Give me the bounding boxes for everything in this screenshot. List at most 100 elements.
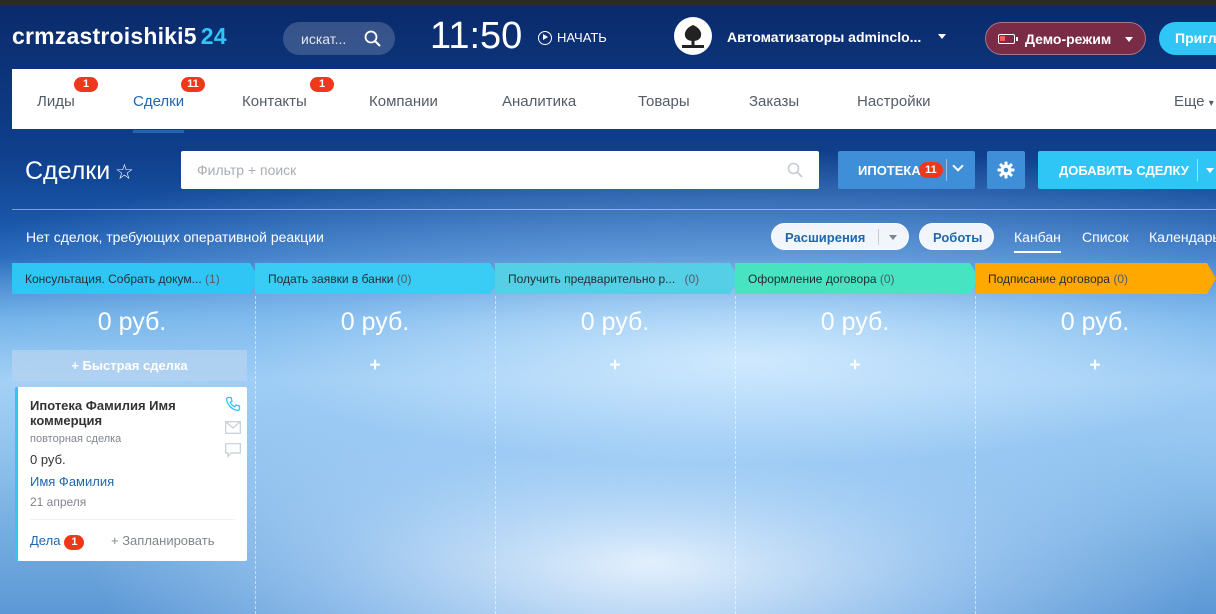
nav-item-orders[interactable]: Заказы bbox=[749, 93, 799, 110]
play-icon bbox=[538, 30, 552, 45]
mail-icon[interactable] bbox=[225, 421, 241, 434]
nav-badge: 11 bbox=[181, 77, 205, 92]
stage-sum: 0 руб. bbox=[580, 308, 650, 336]
nav-item-deals[interactable]: Сделки 11 bbox=[133, 77, 205, 133]
nav-item-settings[interactable]: Настройки bbox=[857, 93, 931, 110]
nav-label: Настройки bbox=[857, 93, 931, 110]
stage-header-contract-preparation[interactable]: Оформление договора (0) bbox=[735, 263, 979, 294]
chevron-down-icon[interactable] bbox=[1206, 168, 1214, 173]
demo-mode-label: Демо-режим bbox=[1025, 31, 1112, 47]
add-deal-to-stage-button[interactable]: + bbox=[735, 355, 975, 377]
stage-sum: 0 руб. bbox=[340, 308, 410, 336]
portal-logo[interactable]: crmzastroishiki5 24 bbox=[12, 23, 227, 50]
add-deal-button[interactable]: ДОБАВИТЬ СДЕЛКУ bbox=[1038, 151, 1216, 189]
search-icon bbox=[364, 30, 381, 47]
user-name[interactable]: Автоматизаторы adminclо... bbox=[727, 29, 921, 45]
pipeline-select-button[interactable]: ИПОТЕКА 11 bbox=[838, 151, 975, 189]
nav-item-analytics[interactable]: Аналитика bbox=[502, 93, 576, 110]
card-divider bbox=[30, 519, 235, 520]
clock: 11:50 bbox=[430, 15, 523, 57]
column-divider bbox=[255, 296, 256, 614]
filter-placeholder: Фильтр + поиск bbox=[197, 162, 297, 178]
robots-label: Роботы bbox=[933, 230, 983, 245]
user-menu-caret-icon[interactable] bbox=[938, 34, 946, 39]
add-deal-to-stage-button[interactable]: + bbox=[975, 355, 1215, 377]
stage-title: Получить предварительно р... (0) bbox=[508, 272, 700, 286]
crm-nav: Лиды 1 Сделки 11 Контакты 1 Компании Ана… bbox=[12, 69, 1216, 133]
nav-item-leads[interactable]: Лиды 1 bbox=[37, 77, 98, 110]
view-kanban[interactable]: Канбан bbox=[1014, 229, 1061, 253]
deal-contact-link[interactable]: Имя Фамилия bbox=[30, 474, 114, 489]
chat-icon[interactable] bbox=[225, 443, 241, 458]
deal-sum: 0 руб. bbox=[30, 452, 66, 467]
add-deal-to-stage-button[interactable]: + bbox=[255, 355, 495, 377]
counter-notice: Нет сделок, требующих оперативной реакци… bbox=[26, 229, 324, 245]
invite-button[interactable]: Пригл bbox=[1159, 22, 1216, 55]
extensions-label: Расширения bbox=[785, 230, 866, 245]
settings-button[interactable] bbox=[987, 151, 1025, 189]
nav-badge: 1 bbox=[74, 77, 98, 92]
nav-item-products[interactable]: Товары bbox=[638, 93, 690, 110]
nav-item-companies[interactable]: Компании bbox=[369, 93, 438, 110]
nav-more[interactable]: Еще ▾ bbox=[1174, 93, 1214, 110]
nav-label: Компании bbox=[369, 93, 438, 110]
pipeline-label: ИПОТЕКА bbox=[858, 163, 921, 178]
extensions-button[interactable]: Расширения bbox=[771, 223, 909, 250]
chevron-down-icon bbox=[952, 160, 964, 172]
stage-header-contract-signing[interactable]: Подписание договора (0) bbox=[975, 263, 1216, 294]
divider bbox=[946, 159, 947, 181]
top-header: crmzastroishiki5 24 искат... 11:50 НАЧАТЬ… bbox=[0, 6, 1216, 69]
deal-activities-link[interactable]: Дела 1 bbox=[30, 533, 85, 550]
user-avatar[interactable] bbox=[674, 17, 712, 55]
company-logo-icon bbox=[675, 18, 711, 54]
plus-icon: + bbox=[71, 358, 79, 373]
global-search-placeholder: искат... bbox=[301, 31, 347, 47]
deal-date: 21 апреля bbox=[30, 495, 87, 509]
nav-more-label: Еще bbox=[1174, 93, 1205, 110]
view-list[interactable]: Список bbox=[1082, 229, 1129, 245]
page-title: Сделки bbox=[25, 157, 111, 185]
star-icon[interactable]: ☆ bbox=[115, 160, 134, 185]
stage-title: Подписание договора (0) bbox=[988, 272, 1128, 286]
battery-icon bbox=[998, 34, 1018, 44]
toolbar-divider bbox=[12, 209, 1216, 210]
chevron-down-icon: ▾ bbox=[1208, 98, 1214, 109]
deal-title[interactable]: Ипотека Фамилия Имя коммерция bbox=[30, 398, 210, 428]
portal-name: crmzastroishiki5 bbox=[12, 23, 197, 49]
nav-label: Товары bbox=[638, 93, 690, 110]
phone-icon[interactable] bbox=[225, 396, 241, 412]
search-icon bbox=[787, 162, 803, 178]
global-search[interactable]: искат... bbox=[283, 22, 395, 55]
deal-subtitle: повторная сделка bbox=[30, 433, 122, 445]
stage-title: Подать заявки в банки (0) bbox=[268, 272, 412, 286]
nav-label: Сделки bbox=[133, 93, 185, 110]
nav-item-contacts[interactable]: Контакты 1 bbox=[242, 77, 334, 110]
divider bbox=[1197, 159, 1198, 181]
quick-deal-label: Быстрая сделка bbox=[82, 358, 188, 373]
demo-mode-button[interactable]: Демо-режим bbox=[985, 22, 1146, 55]
quick-deal-button[interactable]: + Быстрая сделка bbox=[12, 350, 247, 381]
stage-sum: 0 руб. bbox=[97, 308, 167, 336]
nav-label: Аналитика bbox=[502, 93, 577, 110]
add-deal-to-stage-button[interactable]: + bbox=[495, 355, 735, 377]
nav-label: Контакты bbox=[242, 93, 307, 110]
column-divider bbox=[495, 296, 496, 614]
stage-header-preliminary[interactable]: Получить предварительно р... (0) bbox=[495, 263, 739, 294]
stage-title: Оформление договора (0) bbox=[748, 272, 895, 286]
stage-sum: 0 руб. bbox=[1060, 308, 1130, 336]
nav-label: Заказы bbox=[749, 93, 800, 110]
gear-icon bbox=[997, 161, 1015, 179]
view-calendar[interactable]: Календарь bbox=[1149, 229, 1216, 245]
column-divider bbox=[975, 296, 976, 614]
robots-button[interactable]: Роботы bbox=[919, 223, 994, 250]
stage-header-bank-applications[interactable]: Подать заявки в банки (0) bbox=[255, 263, 499, 294]
schedule-activity-link[interactable]: + Запланировать bbox=[111, 533, 214, 548]
stage-header-consultation[interactable]: Консультация. Собрать докум... (1) bbox=[12, 263, 259, 294]
chevron-down-icon bbox=[1125, 37, 1133, 42]
filter-search-input[interactable]: Фильтр + поиск bbox=[181, 151, 819, 189]
divider bbox=[878, 229, 879, 245]
chevron-down-icon bbox=[889, 235, 897, 240]
deal-card[interactable]: Ипотека Фамилия Имя коммерция повторная … bbox=[15, 387, 247, 561]
activities-badge: 1 bbox=[64, 535, 85, 550]
start-workday-button[interactable]: НАЧАТЬ bbox=[538, 30, 607, 45]
